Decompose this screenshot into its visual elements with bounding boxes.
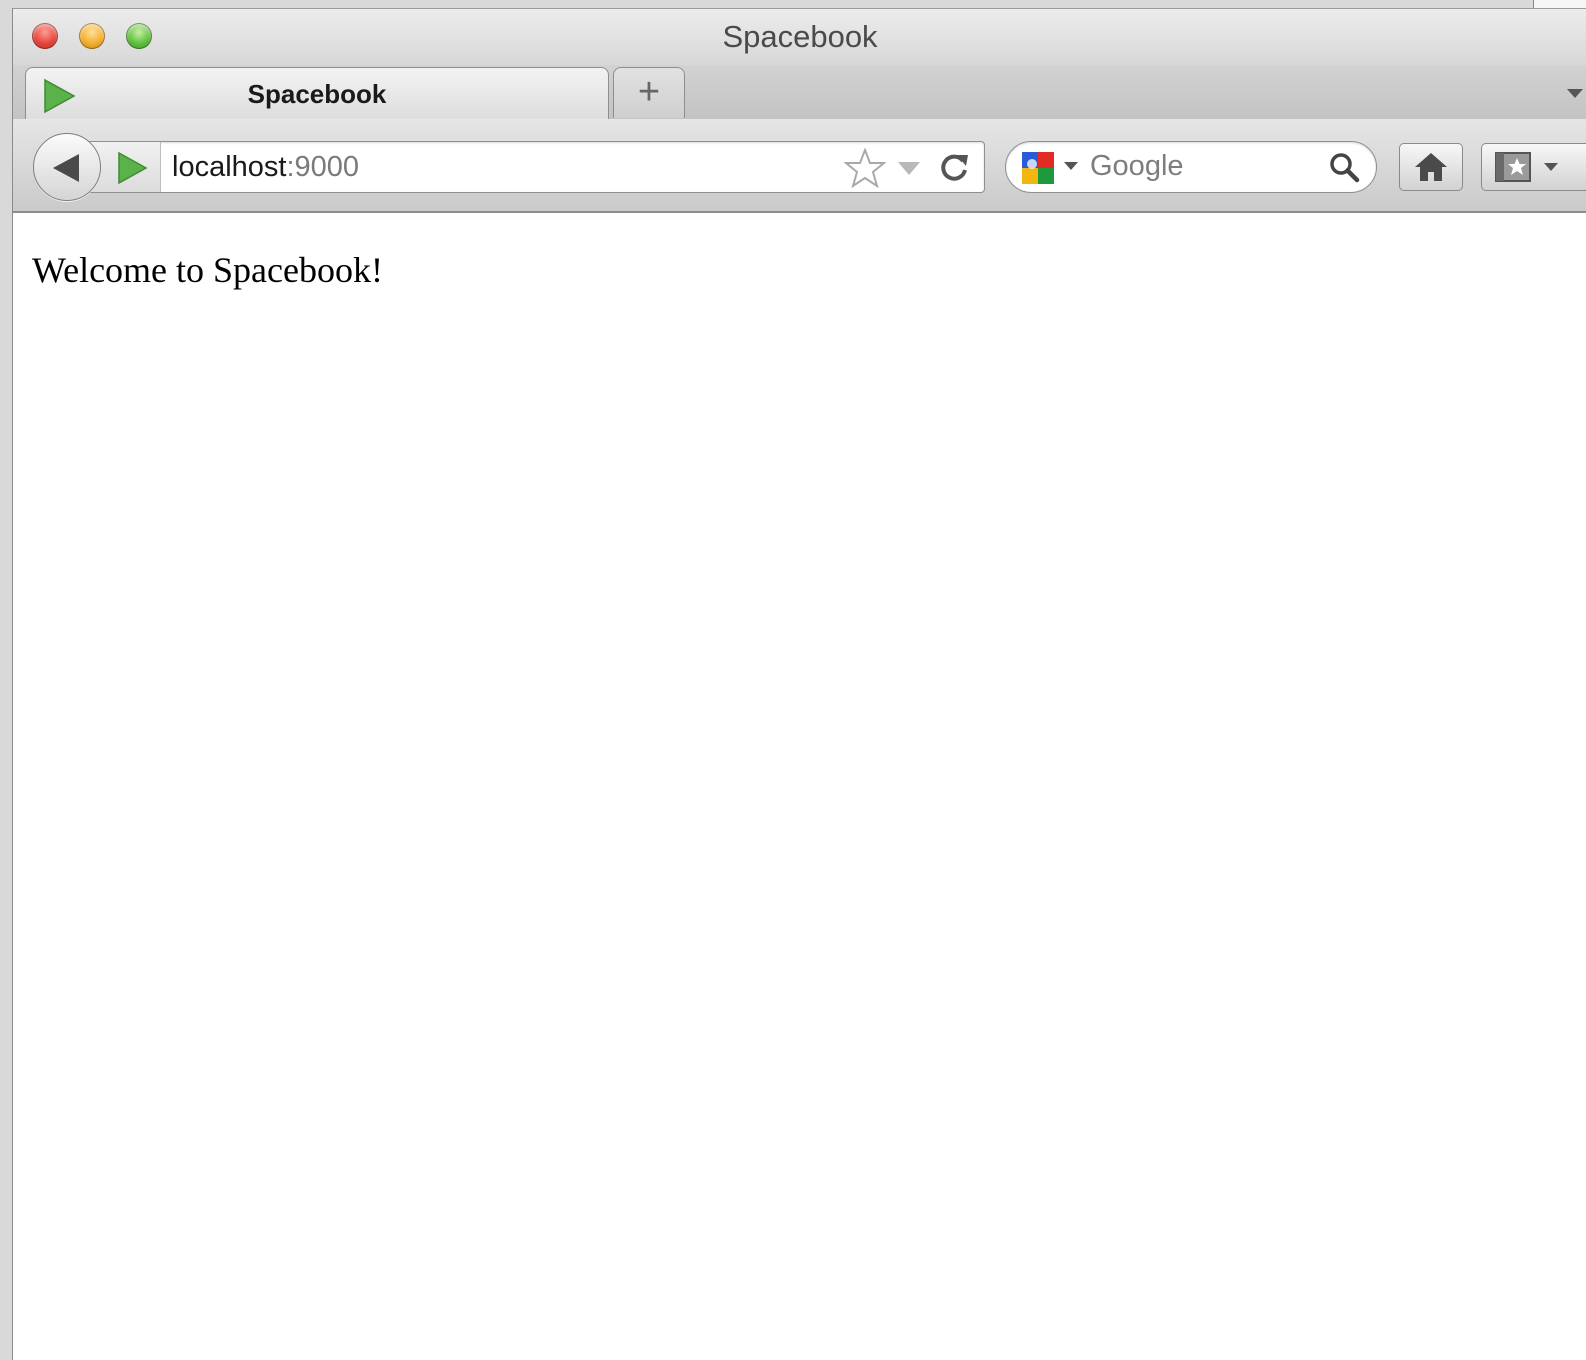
back-arrow-icon — [49, 151, 83, 190]
url-host: localhost — [172, 151, 287, 183]
browser-window: Spacebook Spacebook + localhost:9000 Goo… — [12, 8, 1586, 1360]
url-text[interactable]: localhost:9000 — [172, 151, 359, 184]
tab-label: Spacebook — [247, 79, 387, 109]
bookmarks-icon — [1494, 151, 1532, 188]
tab-list-dropdown-icon[interactable] — [1567, 89, 1583, 98]
title-bar[interactable]: Spacebook — [13, 9, 1586, 69]
tab-strip: Spacebook + — [13, 65, 1586, 120]
reload-icon[interactable] — [938, 151, 970, 188]
back-button[interactable] — [33, 133, 101, 201]
tab-spacebook[interactable]: Spacebook — [25, 67, 609, 120]
play-favicon-icon — [116, 151, 148, 190]
url-history-dropdown-icon[interactable] — [898, 162, 920, 175]
address-bar[interactable]: localhost:9000 — [87, 141, 985, 193]
bookmarks-menu-button[interactable] — [1481, 143, 1586, 191]
page-content: Welcome to Spacebook! — [13, 213, 1586, 1360]
navigation-toolbar: localhost:9000 — [13, 119, 1586, 213]
home-icon — [1414, 151, 1448, 188]
window-title: Spacebook — [722, 19, 878, 54]
search-icon[interactable] — [1328, 151, 1360, 188]
bookmark-star-icon[interactable] — [843, 147, 887, 193]
new-tab-button[interactable]: + — [613, 67, 685, 118]
home-button[interactable] — [1399, 143, 1463, 191]
google-logo-icon[interactable] — [1020, 150, 1056, 191]
url-port: :9000 — [286, 151, 360, 183]
search-bar[interactable] — [1005, 141, 1377, 193]
search-engine-dropdown-icon[interactable] — [1064, 162, 1078, 170]
search-input[interactable] — [1090, 148, 1310, 184]
bookmarks-dropdown-icon — [1544, 163, 1558, 171]
welcome-message: Welcome to Spacebook! — [32, 250, 383, 290]
